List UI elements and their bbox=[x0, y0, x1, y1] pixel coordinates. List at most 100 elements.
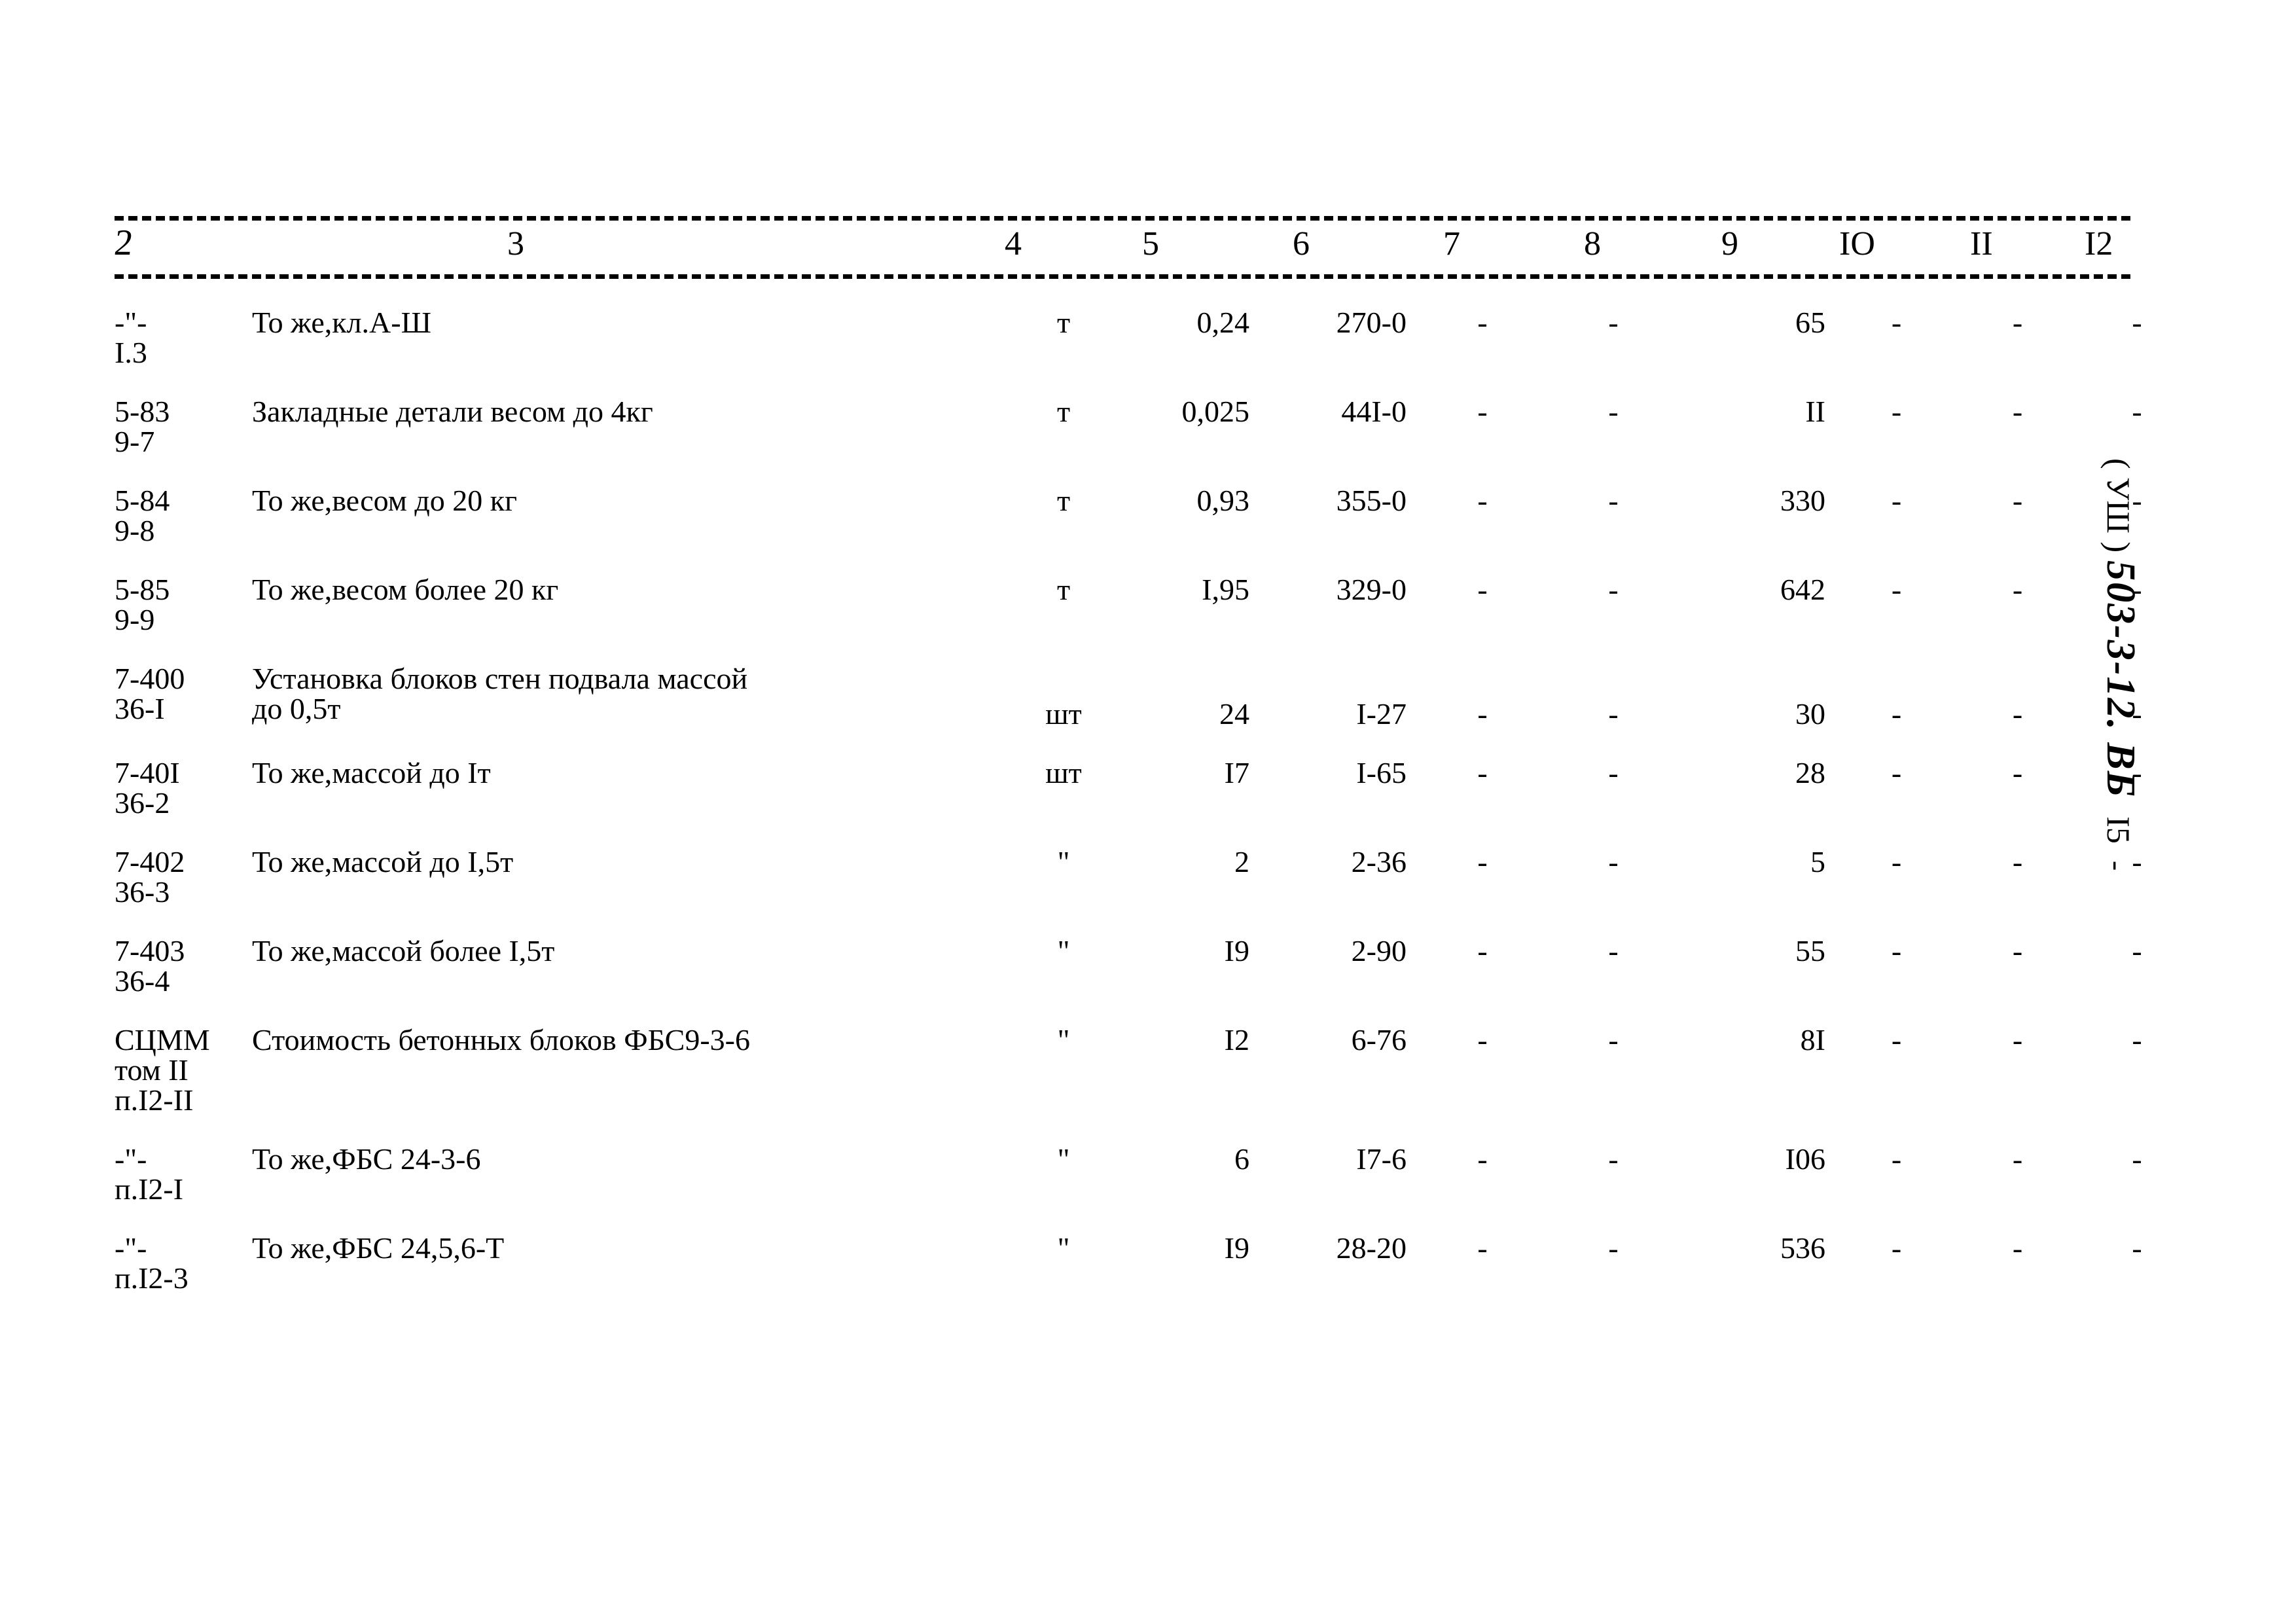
row-description-line2: до 0,5т bbox=[252, 692, 341, 725]
scanned-page: 2 3 4 5 6 7 8 9 IO II I2 -"- I.3 То же,к… bbox=[0, 0, 2296, 1624]
table-header-row: 2 3 4 5 6 7 8 9 IO II I2 bbox=[112, 221, 2130, 274]
row-code-line1: 5-85 bbox=[115, 573, 170, 606]
margin-page-number: I5 bbox=[2100, 816, 2137, 844]
column-header-8: 8 bbox=[1584, 225, 1601, 262]
row-col7: - bbox=[1477, 306, 1488, 339]
row-col10: - bbox=[1891, 484, 1902, 517]
row-code: 7-400 36-I bbox=[115, 664, 245, 729]
row-col8: - bbox=[1608, 306, 1619, 339]
row-col11: - bbox=[2012, 306, 2023, 339]
row-col8: - bbox=[1608, 484, 1619, 517]
row-unit: " bbox=[1057, 1023, 1070, 1056]
row-code-line2: 36-4 bbox=[115, 964, 170, 998]
row-col11: - bbox=[2012, 395, 2023, 428]
row-qty: I,95 bbox=[1202, 573, 1249, 606]
row-col8: - bbox=[1608, 756, 1619, 789]
row-price: 28-20 bbox=[1336, 1231, 1407, 1265]
row-col7: - bbox=[1477, 1023, 1488, 1056]
row-col10: - bbox=[1891, 845, 1902, 878]
row-description-line1: Установка блоков стен подвала массой bbox=[252, 662, 748, 695]
row-spacer bbox=[115, 907, 2196, 936]
row-code-line2: 9-7 bbox=[115, 425, 155, 458]
table-row: 5-84 9-8 То же,весом до 20 кг т 0,93 355-… bbox=[115, 486, 2196, 546]
row-description: То же,массой до I,5т bbox=[245, 847, 1014, 907]
row-unit: " bbox=[1057, 934, 1070, 967]
row-qty: I9 bbox=[1224, 934, 1249, 967]
estimate-rows: -"- I.3 То же,кл.А-Ш т 0,24 270-0 - - 65 … bbox=[115, 279, 2196, 1293]
table-row: 5-83 9-7 Закладные детали весом до 4кг т … bbox=[115, 397, 2196, 457]
row-col10: - bbox=[1891, 1142, 1902, 1176]
row-col10: - bbox=[1891, 573, 1902, 606]
row-col12: - bbox=[2132, 395, 2142, 428]
row-col11: - bbox=[2012, 934, 2023, 967]
row-price: 2-36 bbox=[1351, 845, 1407, 878]
row-description-line1: То же,ФБС 24,5,6-Т bbox=[252, 1231, 505, 1265]
row-code-line1: 7-403 bbox=[115, 934, 185, 967]
row-col7: - bbox=[1477, 395, 1488, 428]
row-col7: - bbox=[1477, 573, 1488, 606]
row-price: 270-0 bbox=[1336, 306, 1407, 339]
row-col8: - bbox=[1608, 845, 1619, 878]
row-col8: - bbox=[1608, 934, 1619, 967]
row-description-line1: То же,весом более 20 кг bbox=[252, 573, 559, 606]
row-col7: - bbox=[1477, 845, 1488, 878]
row-col11: - bbox=[2012, 697, 2023, 731]
row-code: -"- п.I2-I bbox=[115, 1144, 245, 1204]
row-description: Установка блоков стен подвала массой до 0… bbox=[245, 664, 1014, 729]
row-description: То же,массой более I,5т bbox=[245, 936, 1014, 996]
table-row: 7-403 36-4 То же,массой более I,5т " I9 2… bbox=[115, 936, 2196, 996]
row-col11: - bbox=[2012, 573, 2023, 606]
table-row: 7-402 36-3 То же,массой до I,5т " 2 2-36 … bbox=[115, 847, 2196, 907]
row-description-line1: То же,кл.А-Ш bbox=[252, 306, 431, 339]
row-price: 44I-0 bbox=[1341, 395, 1407, 428]
row-code-line2: том II bbox=[115, 1053, 188, 1087]
row-unit: т bbox=[1056, 306, 1071, 339]
row-spacer bbox=[115, 279, 2196, 308]
row-description-line1: То же,массой более I,5т bbox=[252, 934, 555, 967]
row-col12: - bbox=[2132, 1023, 2142, 1056]
margin-volume: ( УШ ) bbox=[2100, 458, 2137, 553]
row-total: 8I bbox=[1800, 1023, 1825, 1056]
margin-project-code: 503-3-12. ВБ bbox=[2098, 560, 2143, 799]
row-total: 642 bbox=[1780, 573, 1825, 606]
row-col7: - bbox=[1477, 934, 1488, 967]
row-qty: 0,24 bbox=[1196, 306, 1250, 339]
row-col12: - bbox=[2132, 306, 2142, 339]
row-price: 6-76 bbox=[1351, 1023, 1407, 1056]
row-col7: - bbox=[1477, 756, 1488, 789]
row-code-line1: 5-84 bbox=[115, 484, 170, 517]
row-unit: " bbox=[1057, 1142, 1070, 1176]
row-total: 536 bbox=[1780, 1231, 1825, 1265]
row-total: 330 bbox=[1780, 484, 1825, 517]
row-code-line1: СЦММ bbox=[115, 1023, 210, 1056]
table-row: -"- I.3 То же,кл.А-Ш т 0,24 270-0 - - 65 … bbox=[115, 308, 2196, 368]
row-code: 7-40I 36-2 bbox=[115, 758, 245, 818]
row-qty: I7 bbox=[1224, 756, 1249, 789]
row-col8: - bbox=[1608, 1231, 1619, 1265]
row-col8: - bbox=[1608, 697, 1619, 731]
column-header-2: 2 bbox=[112, 223, 135, 263]
row-col10: - bbox=[1891, 395, 1902, 428]
table-header-rule bbox=[115, 274, 2130, 279]
row-col11: - bbox=[2012, 845, 2023, 878]
row-code-line2: 9-9 bbox=[115, 603, 155, 636]
row-code-line2: I.3 bbox=[115, 336, 147, 369]
row-total: 30 bbox=[1795, 697, 1825, 731]
row-unit: т bbox=[1056, 573, 1071, 606]
row-spacer bbox=[115, 546, 2196, 575]
row-description: То же,кл.А-Ш bbox=[245, 308, 1014, 368]
row-spacer bbox=[115, 1204, 2196, 1233]
row-spacer bbox=[115, 818, 2196, 847]
row-col11: - bbox=[2012, 756, 2023, 789]
row-price: 329-0 bbox=[1336, 573, 1407, 606]
row-description-line1: То же,массой до Iт bbox=[252, 756, 491, 789]
row-qty: I2 bbox=[1224, 1023, 1249, 1056]
estimate-table: 2 3 4 5 6 7 8 9 IO II I2 -"- I.3 То же,к… bbox=[112, 216, 2142, 1293]
row-unit: т bbox=[1056, 395, 1071, 428]
row-code: -"- п.I2-3 bbox=[115, 1233, 245, 1293]
row-total: 28 bbox=[1795, 756, 1825, 789]
row-qty: 24 bbox=[1219, 697, 1249, 731]
row-code-line1: -"- bbox=[115, 306, 147, 339]
row-code-line2: 36-3 bbox=[115, 875, 170, 909]
column-header-3: 3 bbox=[507, 225, 524, 262]
